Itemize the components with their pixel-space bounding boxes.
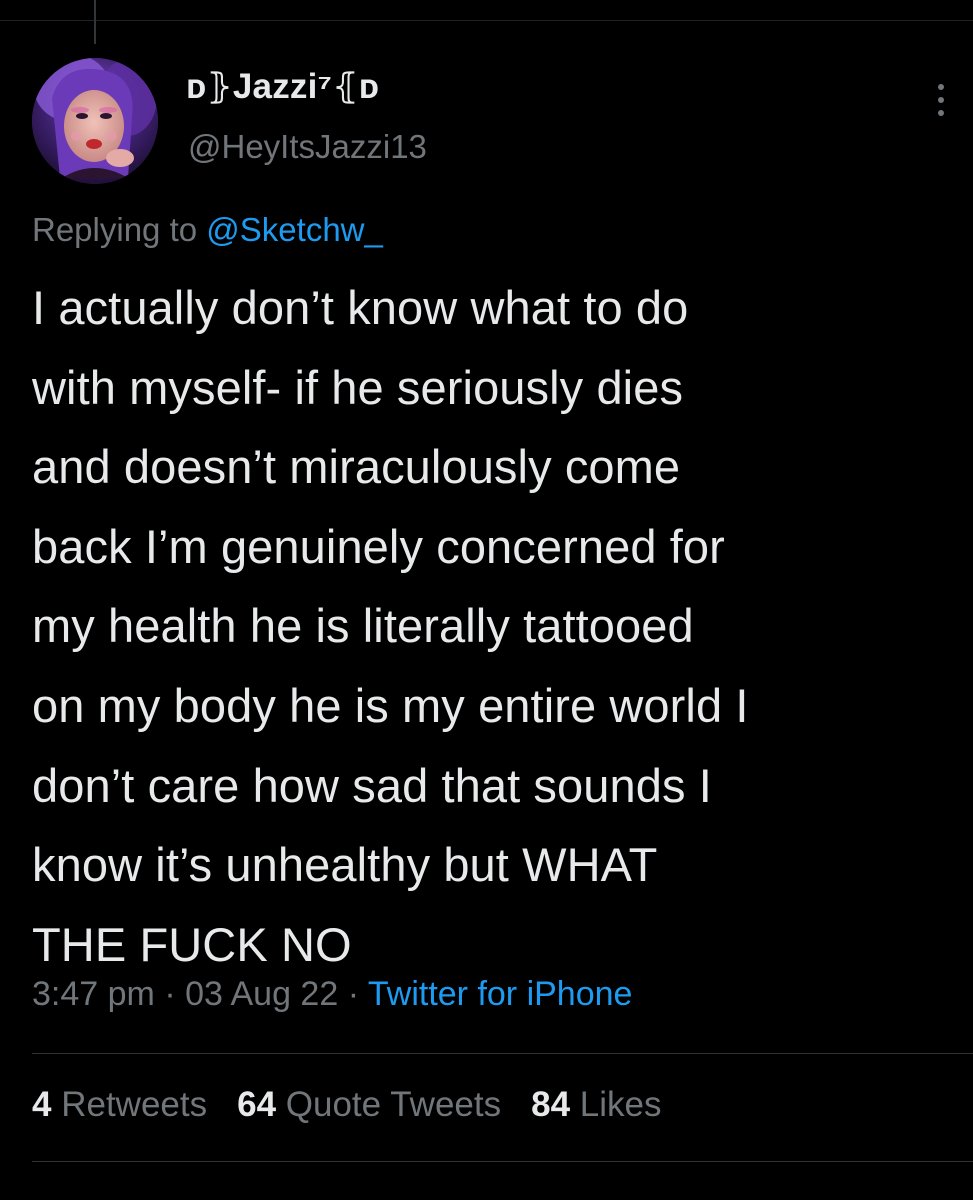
tweet-text: I actually don’t know what to do with my… [32,281,749,971]
tweet-source-link[interactable]: Twitter for iPhone [368,975,633,1013]
quote-tweets-count: 64 [237,1085,277,1124]
replying-to-line: Replying to @Sketchw_ [32,211,383,249]
replying-to-mention-link[interactable]: @Sketchw_ [206,211,383,248]
user-handle[interactable]: @HeyItsJazzi13 [188,128,427,166]
retweets-label: Retweets [61,1085,208,1124]
more-vertical-icon [938,84,944,90]
quote-tweets-label: Quote Tweets [285,1085,502,1124]
meta-separator: · [347,975,360,1013]
tweet-time[interactable]: 3:47 pm [32,975,155,1013]
more-options-button[interactable] [926,72,956,128]
more-vertical-icon-dot [938,97,944,103]
retweets-count: 4 [32,1085,52,1124]
divider [32,1161,973,1162]
replying-to-label: Replying to [32,211,198,248]
retweets-stat[interactable]: 4 Retweets [32,1085,207,1125]
avatar[interactable] [32,58,158,184]
display-name[interactable]: ᴅ⦄Jazzi⁷⦃ᴅ [186,67,379,107]
meta-separator: · [164,975,176,1013]
tweet-date[interactable]: 03 Aug 22 [185,975,338,1013]
tweet-stats: 4 Retweets 64 Quote Tweets 84 Likes [32,1085,662,1125]
avatar-image [32,58,158,184]
divider [32,1053,973,1054]
likes-count: 84 [531,1085,571,1124]
top-divider [0,20,973,21]
thread-connector-line [94,0,96,44]
tweet-metadata: 3:47 pm · 03 Aug 22 · Twitter for iPhone [32,975,632,1014]
quote-tweets-stat[interactable]: 64 Quote Tweets [237,1085,501,1125]
likes-stat[interactable]: 84 Likes [531,1085,661,1125]
likes-label: Likes [579,1085,662,1124]
more-vertical-icon-dot [938,110,944,116]
